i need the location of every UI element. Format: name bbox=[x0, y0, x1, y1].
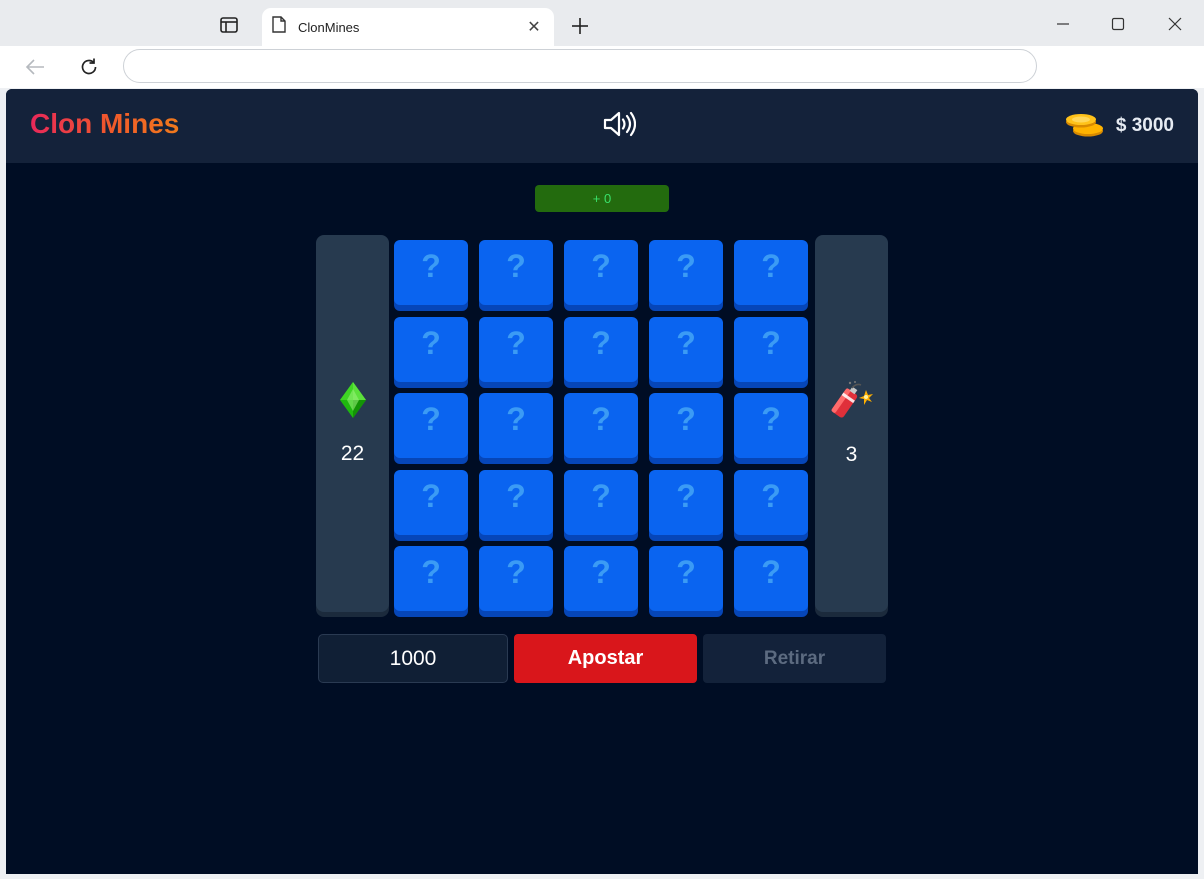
app-title: Clon Mines bbox=[30, 108, 180, 139]
profit-badge: + 0 bbox=[535, 185, 669, 212]
reload-icon[interactable] bbox=[74, 52, 104, 82]
browser-tab[interactable]: ClonMines ✕ bbox=[262, 8, 554, 46]
mine-tile[interactable]: ? bbox=[394, 393, 468, 458]
bet-button[interactable]: Apostar bbox=[514, 634, 697, 683]
tab-actions-icon[interactable] bbox=[214, 10, 244, 40]
mine-tile[interactable]: ? bbox=[564, 546, 638, 611]
mine-tile[interactable]: ? bbox=[564, 240, 638, 305]
app-header: Clon Mines $ 3000 bbox=[6, 89, 1198, 163]
mine-tile[interactable]: ? bbox=[479, 393, 553, 458]
mine-tile[interactable]: ? bbox=[394, 469, 468, 535]
new-tab-icon[interactable] bbox=[566, 12, 594, 40]
mine-tile[interactable]: ? bbox=[734, 469, 808, 535]
page-viewport: Clon Mines $ 3000 + 0 22 ? ? ? ? ? ? ? ?… bbox=[6, 89, 1198, 874]
minimize-icon[interactable] bbox=[1048, 10, 1078, 38]
mine-tile[interactable]: ? bbox=[394, 546, 468, 611]
tab-title: ClonMines bbox=[298, 19, 360, 35]
mine-tile[interactable]: ? bbox=[479, 546, 553, 611]
mine-tile[interactable]: ? bbox=[479, 240, 553, 305]
tab-close-icon[interactable]: ✕ bbox=[522, 15, 546, 39]
mines-grid: ????????????????????????? bbox=[394, 240, 810, 611]
balance: $ 3000 bbox=[1064, 111, 1174, 141]
browser-toolbar bbox=[0, 46, 1204, 88]
gems-count: 22 bbox=[340, 442, 365, 465]
mine-tile[interactable]: ? bbox=[394, 240, 468, 305]
mine-tile[interactable]: ? bbox=[649, 546, 723, 611]
address-bar[interactable] bbox=[123, 49, 1037, 83]
withdraw-button[interactable]: Retirar bbox=[703, 634, 886, 683]
mine-tile[interactable]: ? bbox=[649, 393, 723, 458]
mine-tile[interactable]: ? bbox=[564, 469, 638, 535]
mine-tile[interactable]: ? bbox=[394, 316, 468, 382]
mine-tile[interactable]: ? bbox=[734, 546, 808, 611]
browser-tab-bar: ClonMines ✕ bbox=[0, 0, 1204, 46]
mine-tile[interactable]: ? bbox=[649, 316, 723, 382]
page-icon bbox=[272, 16, 286, 38]
mine-tile[interactable]: ? bbox=[649, 240, 723, 305]
balance-amount: $ 3000 bbox=[1115, 115, 1174, 136]
maximize-icon[interactable] bbox=[1103, 10, 1133, 38]
bet-amount-input[interactable] bbox=[318, 634, 508, 683]
gem-icon bbox=[338, 381, 368, 424]
close-window-icon[interactable] bbox=[1160, 10, 1190, 38]
dynamite-icon bbox=[828, 380, 876, 425]
mines-panel: 3 bbox=[815, 235, 888, 612]
coins-icon bbox=[1064, 110, 1106, 143]
mine-tile[interactable]: ? bbox=[479, 316, 553, 382]
mines-count: 3 bbox=[845, 443, 858, 466]
gems-panel: 22 bbox=[316, 235, 389, 612]
mine-tile[interactable]: ? bbox=[734, 393, 808, 458]
mine-tile[interactable]: ? bbox=[734, 316, 808, 382]
back-arrow-icon[interactable] bbox=[20, 52, 50, 82]
mine-tile[interactable]: ? bbox=[734, 240, 808, 305]
mine-tile[interactable]: ? bbox=[479, 469, 553, 535]
mine-tile[interactable]: ? bbox=[564, 316, 638, 382]
speaker-icon[interactable] bbox=[602, 109, 636, 139]
mine-tile[interactable]: ? bbox=[649, 469, 723, 535]
mine-tile[interactable]: ? bbox=[564, 393, 638, 458]
